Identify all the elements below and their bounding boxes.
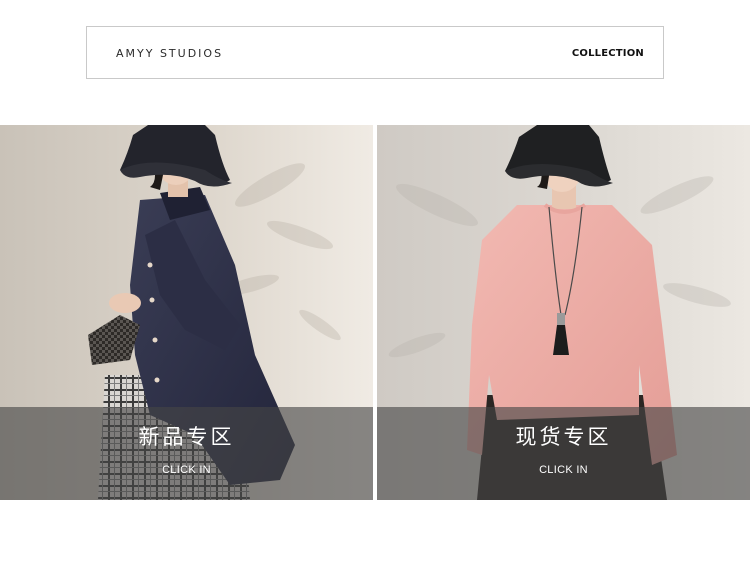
caption-band: 新品专区 CLICK IN xyxy=(0,407,373,500)
brand-name: AMYY STUDIOS xyxy=(116,47,224,60)
click-in-label[interactable]: CLICK IN xyxy=(377,464,750,476)
collection-link[interactable]: COLLECTION xyxy=(572,48,644,59)
caption-band: 现货专区 CLICK IN xyxy=(377,407,750,500)
click-in-label[interactable]: CLICK IN xyxy=(0,464,373,476)
new-arrivals-title: 新品专区 xyxy=(138,425,235,449)
header-box: AMYY STUDIOS COLLECTION xyxy=(86,26,664,79)
in-stock-title: 现货专区 xyxy=(515,425,612,449)
new-arrivals-banner[interactable]: 新品专区 CLICK IN xyxy=(0,125,373,500)
in-stock-banner[interactable]: 现货专区 CLICK IN xyxy=(377,125,750,500)
